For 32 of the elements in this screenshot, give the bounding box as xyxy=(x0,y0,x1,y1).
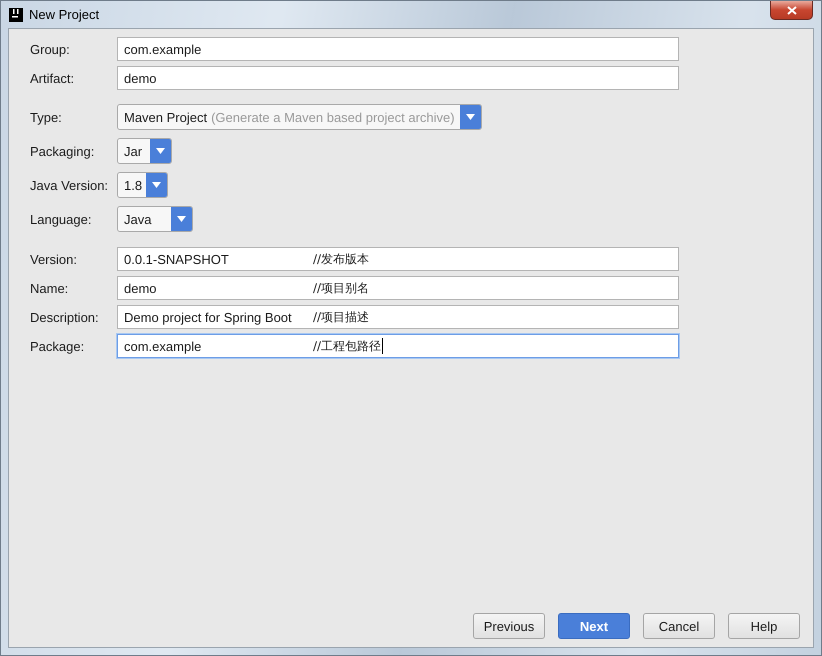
field-label: Version: xyxy=(30,252,78,266)
field-label: Description: xyxy=(30,310,100,324)
dropdown[interactable]: Java xyxy=(117,206,194,232)
dropdown-arrow-icon xyxy=(152,182,162,188)
dropdown-arrow-icon xyxy=(177,216,186,222)
input-field[interactable]: Demo project for Spring Boot //项目描述 xyxy=(117,305,679,329)
input-field[interactable]: com.example //工程包路径 xyxy=(117,334,679,358)
field-label: Java Version: xyxy=(30,178,110,192)
close-button[interactable] xyxy=(770,1,813,20)
dropdown-arrow-icon xyxy=(156,148,166,154)
field-label: Group: xyxy=(30,42,71,56)
close-icon xyxy=(786,6,796,14)
field-label: Packaging: xyxy=(30,144,96,158)
field-label: Name: xyxy=(30,280,70,296)
dropdown[interactable]: Jar xyxy=(117,138,172,164)
field-label: Type: xyxy=(30,110,63,124)
window-title: New Project xyxy=(29,7,100,22)
field-label: Package: xyxy=(30,338,86,354)
input-field[interactable]: demo xyxy=(117,66,679,90)
field-label: Language: xyxy=(30,212,92,226)
app-logo-icon xyxy=(9,8,23,22)
dialog-button[interactable]: Help xyxy=(728,613,800,639)
dropdown[interactable]: 1.8 xyxy=(117,172,168,198)
dialog-button[interactable]: Next xyxy=(558,613,630,639)
field-label: Artifact: xyxy=(30,70,76,86)
input-field[interactable]: com.example xyxy=(117,37,679,61)
dialog-button[interactable]: Cancel xyxy=(643,613,715,639)
input-field[interactable]: 0.0.1-SNAPSHOT //发布版本 xyxy=(117,247,679,271)
dialog-button[interactable]: Previous xyxy=(473,613,545,639)
input-field[interactable]: demo //项目别名 xyxy=(117,276,679,300)
dropdown-arrow-icon xyxy=(466,114,475,120)
dropdown[interactable]: Maven Project (Generate a Maven based project archive) xyxy=(117,104,482,130)
